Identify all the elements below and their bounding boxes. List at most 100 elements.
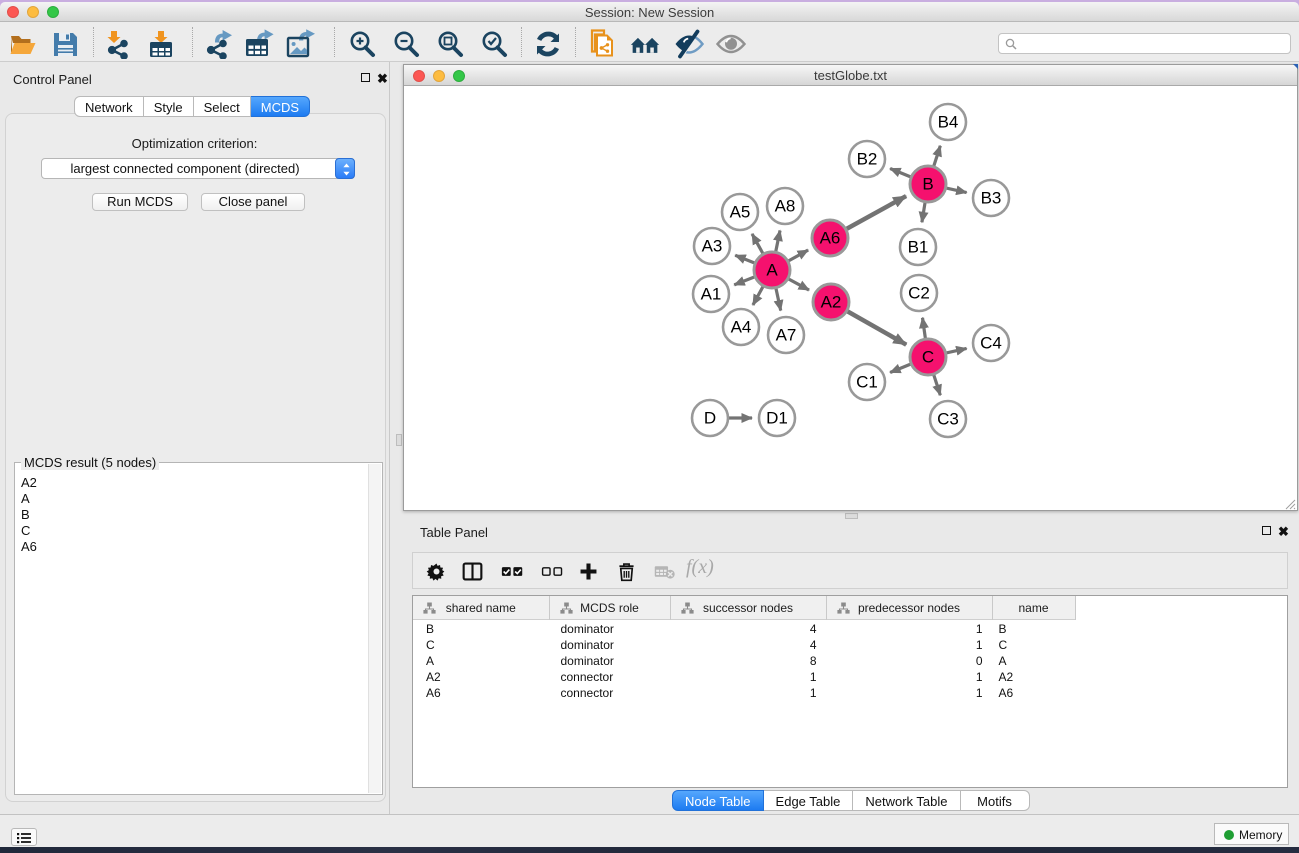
table-row-A2[interactable]: A2 connector 1 1 A2 (413, 669, 1287, 685)
cell[interactable]: A6 (426, 686, 441, 700)
cell[interactable]: B (999, 622, 1007, 636)
graph-node-A4[interactable]: A4 (723, 309, 759, 345)
table-tab-edge-table[interactable]: Edge Table (764, 790, 854, 811)
deselect-all-icon[interactable] (541, 560, 564, 583)
cell[interactable]: dominator (561, 654, 614, 668)
first-neighbors-icon[interactable] (630, 29, 660, 59)
cell[interactable]: A6 (999, 686, 1014, 700)
cell[interactable]: 1 (976, 638, 983, 652)
tab-mcds[interactable]: MCDS (251, 96, 310, 117)
cell[interactable]: connector (561, 670, 614, 684)
close-panel-icon[interactable]: ✖ (377, 72, 388, 85)
graph-node-A2[interactable]: A2 (813, 284, 849, 320)
cell[interactable]: A2 (426, 670, 441, 684)
graph-node-C1[interactable]: C1 (849, 364, 885, 400)
table-settings-gear-icon[interactable] (425, 560, 448, 583)
refresh-icon[interactable] (533, 29, 563, 59)
close-panel-button[interactable]: Close panel (201, 193, 305, 211)
float-panel-icon[interactable] (361, 73, 370, 82)
graph-node-A6[interactable]: A6 (812, 220, 848, 256)
vertical-split-handle[interactable] (396, 434, 402, 446)
zoom-fit-icon[interactable] (435, 29, 465, 59)
mcds-result-item[interactable]: A2 (21, 475, 368, 491)
cell[interactable]: C (999, 638, 1008, 652)
cell[interactable]: 1 (976, 670, 983, 684)
export-table-icon[interactable] (244, 29, 274, 59)
network-canvas[interactable]: B4B2BB3A5A8A6B1A3AA1C2A2A4A7C4CC1C3DD1 (404, 87, 1297, 510)
table-tab-node-table[interactable]: Node Table (672, 790, 764, 811)
table-row-B[interactable]: Bdominator 4 1 B (413, 621, 1287, 637)
graph-node-A7[interactable]: A7 (768, 317, 804, 353)
table-row-A[interactable]: Adominator80A (413, 653, 1287, 669)
graph-node-B4[interactable]: B4 (930, 104, 966, 140)
graph-node-B2[interactable]: B2 (849, 141, 885, 177)
cell[interactable]: 1 (976, 622, 983, 636)
column-header-name[interactable]: name (993, 596, 1076, 620)
cell[interactable]: A (426, 654, 434, 668)
mcds-result-item[interactable]: A (21, 491, 368, 507)
save-session-icon[interactable] (50, 29, 80, 59)
graph-node-C[interactable]: C (910, 339, 946, 375)
mcds-result-item[interactable]: A6 (21, 539, 368, 555)
import-network-icon[interactable] (104, 29, 134, 59)
search-input[interactable] (998, 33, 1291, 54)
cell[interactable]: 1 (810, 670, 817, 684)
task-history-button[interactable] (11, 828, 37, 846)
column-header-predecessor-nodes[interactable]: predecessor nodes (827, 596, 993, 620)
tab-select[interactable]: Select (194, 96, 251, 117)
table-float-icon[interactable] (1262, 526, 1271, 535)
add-column-icon[interactable] (577, 560, 600, 583)
show-all-icon[interactable] (716, 29, 746, 59)
cell[interactable]: connector (561, 686, 614, 700)
graph-node-B1[interactable]: B1 (900, 229, 936, 265)
graph-node-D[interactable]: D (692, 400, 728, 436)
delete-column-icon[interactable] (615, 560, 638, 583)
graph-node-B3[interactable]: B3 (973, 180, 1009, 216)
zoom-in-icon[interactable] (347, 29, 377, 59)
hide-selected-icon[interactable] (674, 29, 704, 59)
table-row-C[interactable]: Cdominator 4 1 C (413, 637, 1287, 653)
graph-node-C4[interactable]: C4 (973, 325, 1009, 361)
mcds-result-item[interactable]: B (21, 507, 368, 523)
cell[interactable]: 1 (976, 686, 983, 700)
cell[interactable]: dominator (561, 622, 614, 636)
cell[interactable]: 4 (810, 622, 817, 636)
cell[interactable]: dominator (561, 638, 614, 652)
mcds-scrollbar[interactable] (368, 464, 381, 793)
mcds-result-list[interactable]: A2ABCA6 (16, 464, 368, 793)
graph-node-C2[interactable]: C2 (901, 275, 937, 311)
table-row-A6[interactable]: A6 connector 1 1 A6 (413, 685, 1287, 701)
tab-network[interactable]: Network (74, 96, 144, 117)
cell[interactable]: 1 (810, 686, 817, 700)
cell[interactable]: C (426, 638, 435, 652)
zoom-out-icon[interactable] (391, 29, 421, 59)
graph-node-C3[interactable]: C3 (930, 401, 966, 437)
cell[interactable]: B (426, 622, 434, 636)
memory-button[interactable]: Memory (1214, 823, 1289, 845)
function-builder-icon[interactable]: f(x) (686, 556, 714, 579)
graph-node-B[interactable]: B (910, 166, 946, 202)
criterion-dropdown[interactable]: largest connected component (directed) (41, 158, 355, 179)
run-mcds-button[interactable]: Run MCDS (92, 193, 188, 211)
delete-table-icon[interactable] (653, 560, 676, 583)
tab-style[interactable]: Style (144, 96, 194, 117)
table-tab-motifs[interactable]: Motifs (961, 790, 1030, 811)
graph-node-A3[interactable]: A3 (694, 228, 730, 264)
zoom-selected-icon[interactable] (479, 29, 509, 59)
mcds-result-item[interactable]: C (21, 523, 368, 539)
select-all-icon[interactable] (501, 560, 524, 583)
column-header-shared-name[interactable]: shared name (413, 596, 550, 620)
open-session-icon[interactable] (8, 29, 38, 59)
resize-grip-icon[interactable] (1284, 497, 1296, 509)
column-header-successor-nodes[interactable]: successor nodes (671, 596, 827, 620)
graph-node-D1[interactable]: D1 (759, 400, 795, 436)
column-header-MCDS-role[interactable]: MCDS role (550, 596, 671, 620)
column-view-icon[interactable] (461, 560, 484, 583)
graph-node-A[interactable]: A (754, 252, 790, 288)
cell[interactable]: 8 (810, 654, 817, 668)
export-network-icon[interactable] (203, 29, 233, 59)
table-tab-network-table[interactable]: Network Table (853, 790, 960, 811)
cell[interactable]: A2 (999, 670, 1014, 684)
table-close-icon[interactable]: ✖ (1278, 525, 1289, 538)
cell[interactable]: 4 (810, 638, 817, 652)
